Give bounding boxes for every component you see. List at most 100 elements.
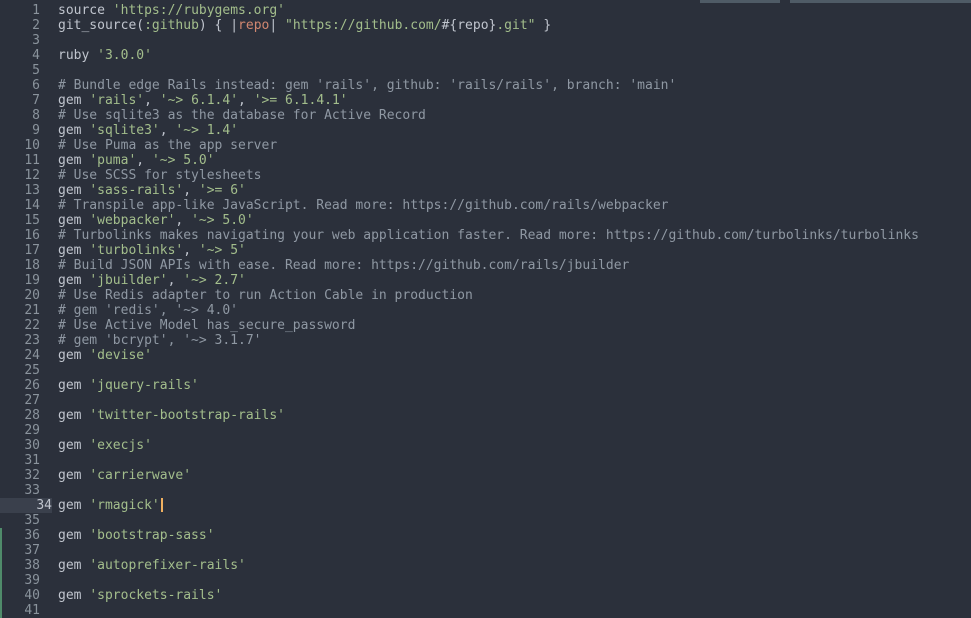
code-text[interactable]: gem 'devise' xyxy=(58,348,152,363)
code-text[interactable]: gem 'webpacker', '~> 5.0' xyxy=(58,213,254,228)
line-number[interactable]: 25 xyxy=(0,363,40,378)
code-text[interactable]: gem 'twitter-bootstrap-rails' xyxy=(58,408,285,423)
code-line[interactable]: 12 # Use SCSS for stylesheets xyxy=(0,168,971,183)
code-line[interactable]: 35 xyxy=(0,513,971,528)
line-number[interactable]: 2 xyxy=(0,18,40,33)
code-text[interactable]: # Turbolinks makes navigating your web a… xyxy=(58,228,919,243)
code-line[interactable]: 25 xyxy=(0,363,971,378)
code-text[interactable]: gem 'sass-rails', '>= 6' xyxy=(58,183,246,198)
code-line[interactable]: 5 xyxy=(0,63,971,78)
line-number[interactable]: 27 xyxy=(0,393,40,408)
code-line[interactable]: 36 gem 'bootstrap-sass' xyxy=(0,528,971,543)
code-line[interactable]: 10 # Use Puma as the app server xyxy=(0,138,971,153)
code-line[interactable]: 32 gem 'carrierwave' xyxy=(0,468,971,483)
code-line[interactable]: 24 gem 'devise' xyxy=(0,348,971,363)
line-number[interactable]: 38 xyxy=(0,558,40,573)
code-text[interactable]: # gem 'bcrypt', '~> 3.1.7' xyxy=(58,333,262,348)
line-number[interactable]: 40 xyxy=(0,588,40,603)
code-text[interactable]: # gem 'redis', '~> 4.0' xyxy=(58,303,238,318)
code-text[interactable]: gem 'rmagick' xyxy=(58,498,163,513)
code-text[interactable]: gem 'bootstrap-sass' xyxy=(58,528,215,543)
code-line[interactable]: 14 # Transpile app-like JavaScript. Read … xyxy=(0,198,971,213)
line-number[interactable]: 21 xyxy=(0,303,40,318)
line-number[interactable]: 3 xyxy=(0,33,40,48)
line-number[interactable]: 14 xyxy=(0,198,40,213)
code-line[interactable]: 2 git_source(:github) { |repo| "https://g… xyxy=(0,18,971,33)
code-line[interactable]: 22 # Use Active Model has_secure_password xyxy=(0,318,971,333)
line-number[interactable]: 39 xyxy=(0,573,40,588)
code-text[interactable]: # Use Puma as the app server xyxy=(58,138,277,153)
code-text[interactable]: # Use SCSS for stylesheets xyxy=(58,168,262,183)
code-line[interactable]: 20 # Use Redis adapter to run Action Cabl… xyxy=(0,288,971,303)
line-number[interactable]: 37 xyxy=(0,543,40,558)
code-text[interactable]: gem 'jbuilder', '~> 2.7' xyxy=(58,273,246,288)
code-text[interactable]: gem 'sprockets-rails' xyxy=(58,588,222,603)
line-number[interactable]: 32 xyxy=(0,468,40,483)
code-line[interactable]: 9 gem 'sqlite3', '~> 1.4' xyxy=(0,123,971,138)
code-line[interactable]: 29 xyxy=(0,423,971,438)
line-number[interactable]: 29 xyxy=(0,423,40,438)
code-text[interactable]: # Bundle edge Rails instead: gem 'rails'… xyxy=(58,78,676,93)
line-number[interactable]: 9 xyxy=(0,123,40,138)
code-line[interactable]: 33 xyxy=(0,483,971,498)
code-text[interactable]: gem 'autoprefixer-rails' xyxy=(58,558,246,573)
line-number[interactable]: 22 xyxy=(0,318,40,333)
code-line[interactable]: 28 gem 'twitter-bootstrap-rails' xyxy=(0,408,971,423)
code-line[interactable]: 23 # gem 'bcrypt', '~> 3.1.7' xyxy=(0,333,971,348)
line-number[interactable]: 18 xyxy=(0,258,40,273)
code-line[interactable]: 11 gem 'puma', '~> 5.0' xyxy=(0,153,971,168)
code-line[interactable]: 31 xyxy=(0,453,971,468)
code-line[interactable]: 18 # Build JSON APIs with ease. Read more… xyxy=(0,258,971,273)
code-line[interactable]: 40 gem 'sprockets-rails' xyxy=(0,588,971,603)
line-number[interactable]: 28 xyxy=(0,408,40,423)
line-number[interactable]: 15 xyxy=(0,213,40,228)
line-number[interactable]: 4 xyxy=(0,48,40,63)
code-line[interactable]: 21 # gem 'redis', '~> 4.0' xyxy=(0,303,971,318)
code-line[interactable]: 3 xyxy=(0,33,971,48)
code-text[interactable]: gem 'execjs' xyxy=(58,438,152,453)
line-number[interactable]: 13 xyxy=(0,183,40,198)
code-line[interactable]: 1 source 'https://rubygems.org' xyxy=(0,3,971,18)
code-line[interactable]: 39 xyxy=(0,573,971,588)
line-number[interactable]: 6 xyxy=(0,78,40,93)
line-number[interactable]: 10 xyxy=(0,138,40,153)
code-text[interactable]: gem 'puma', '~> 5.0' xyxy=(58,153,215,168)
line-number[interactable]: 35 xyxy=(0,513,40,528)
code-line[interactable]: 27 xyxy=(0,393,971,408)
code-line[interactable]: 19 gem 'jbuilder', '~> 2.7' xyxy=(0,273,971,288)
code-text[interactable]: gem 'turbolinks', '~> 5' xyxy=(58,243,246,258)
code-text[interactable]: git_source(:github) { |repo| "https://gi… xyxy=(58,18,551,33)
line-number[interactable]: 8 xyxy=(0,108,40,123)
code-line[interactable]: 7 gem 'rails', '~> 6.1.4', '>= 6.1.4.1' xyxy=(0,93,971,108)
code-text[interactable]: # Use sqlite3 as the database for Active… xyxy=(58,108,426,123)
code-text[interactable]: ruby '3.0.0' xyxy=(58,48,152,63)
code-line[interactable]: 4 ruby '3.0.0' xyxy=(0,48,971,63)
code-text[interactable]: gem 'sqlite3', '~> 1.4' xyxy=(58,123,238,138)
line-number[interactable]: 20 xyxy=(0,288,40,303)
code-text[interactable]: # Build JSON APIs with ease. Read more: … xyxy=(58,258,629,273)
code-text[interactable]: gem 'jquery-rails' xyxy=(58,378,199,393)
line-number[interactable]: 11 xyxy=(0,153,40,168)
code-editor[interactable]: 1 source 'https://rubygems.org' 2 git_sourc… xyxy=(0,3,971,618)
code-line[interactable]: 30 gem 'execjs' xyxy=(0,438,971,453)
code-line[interactable]: 16 # Turbolinks makes navigating your web… xyxy=(0,228,971,243)
line-number[interactable]: 31 xyxy=(0,453,40,468)
line-number[interactable]: 36 xyxy=(0,528,40,543)
line-number[interactable]: 7 xyxy=(0,93,40,108)
line-number[interactable]: 1 xyxy=(0,3,40,18)
code-line[interactable]: 15 gem 'webpacker', '~> 5.0' xyxy=(0,213,971,228)
code-line[interactable]: 6 # Bundle edge Rails instead: gem 'rails… xyxy=(0,78,971,93)
line-number[interactable]: 23 xyxy=(0,333,40,348)
code-line[interactable]: 37 xyxy=(0,543,971,558)
line-number[interactable]: 17 xyxy=(0,243,40,258)
code-text[interactable]: # Use Active Model has_secure_password xyxy=(58,318,355,333)
line-number[interactable]: 30 xyxy=(0,438,40,453)
line-number[interactable]: 12 xyxy=(0,168,40,183)
code-line[interactable]: 26 gem 'jquery-rails' xyxy=(0,378,971,393)
line-number[interactable]: 19 xyxy=(0,273,40,288)
line-number[interactable]: 26 xyxy=(0,378,40,393)
line-number[interactable]: 16 xyxy=(0,228,40,243)
line-number[interactable]: 24 xyxy=(0,348,40,363)
code-line[interactable]: 13 gem 'sass-rails', '>= 6' xyxy=(0,183,971,198)
code-line[interactable]: 38 gem 'autoprefixer-rails' xyxy=(0,558,971,573)
